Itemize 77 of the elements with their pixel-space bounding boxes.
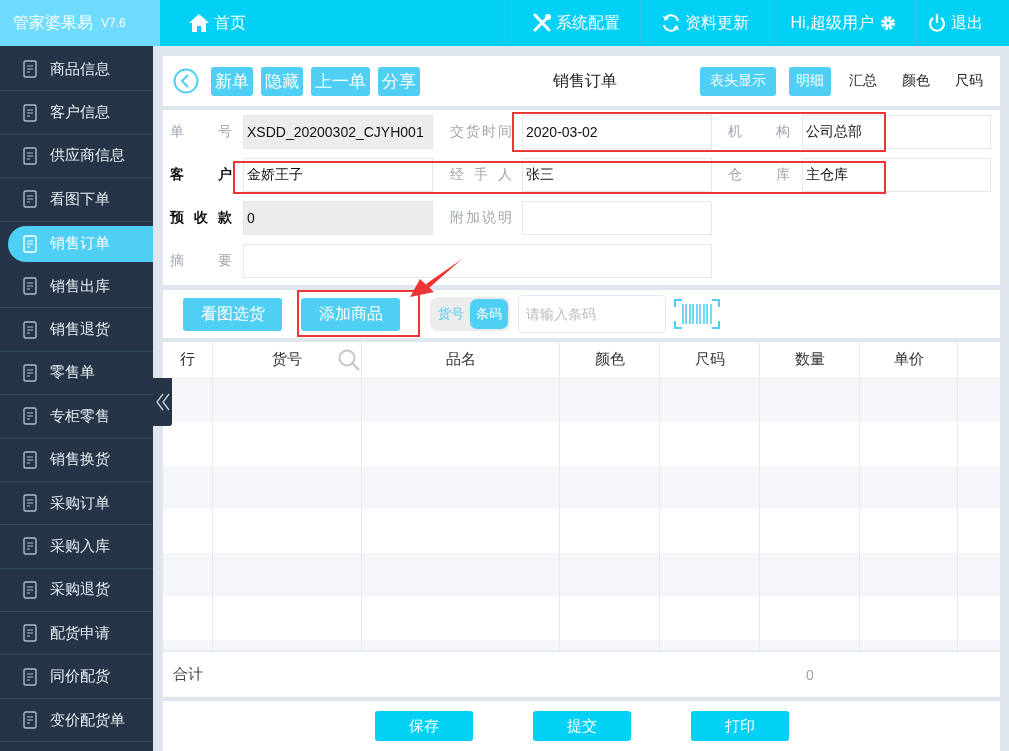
sidebar-item[interactable]: 销售换货: [0, 438, 153, 482]
document-icon: [22, 624, 40, 643]
sidebar-item[interactable]: 采购入库: [0, 525, 153, 569]
sidebar-item[interactable]: 客户信息: [0, 91, 153, 135]
gear-icon: [880, 15, 896, 31]
field-label: 客户: [170, 166, 232, 184]
document-icon: [22, 580, 40, 599]
input-field[interactable]: [243, 244, 712, 278]
column-header: 数量: [760, 342, 860, 378]
field-label: 仓库: [728, 166, 790, 184]
annotation-arrow: [410, 259, 462, 297]
sidebar-item[interactable]: 配货申请: [0, 612, 153, 656]
barcode-input[interactable]: 请输入条码: [518, 295, 666, 333]
document-icon: [22, 146, 40, 165]
input-field[interactable]: 张三: [522, 158, 712, 192]
home-icon: [188, 13, 210, 33]
app-version: V7.6: [101, 16, 126, 30]
input-field[interactable]: XSDD_20200302_CJYH001: [243, 115, 433, 149]
power-icon: [927, 13, 947, 33]
barcode-scan-icon[interactable]: [674, 299, 720, 329]
sidebar-item[interactable]: 看图下单: [0, 178, 153, 222]
sidebar-item[interactable]: 变价配货单: [0, 698, 153, 743]
document-icon: [22, 537, 40, 556]
sidebar-item[interactable]: 专柜零售: [0, 395, 153, 439]
view-tab[interactable]: 尺码: [948, 66, 990, 96]
page-title: 销售订单: [552, 70, 618, 91]
total-quantity: 0: [805, 666, 815, 683]
field-label: 单号: [170, 123, 232, 141]
sidebar-item[interactable]: 销售退货: [0, 308, 153, 352]
input-field[interactable]: 金娇王子: [243, 158, 433, 192]
document-icon: [22, 711, 40, 730]
column-header: 行: [163, 342, 213, 378]
column-header: 货号: [213, 342, 362, 378]
app-name: 管家婆果易: [13, 12, 93, 33]
column-header: 尺码: [660, 342, 760, 378]
input-field[interactable]: 主仓库: [802, 158, 991, 192]
document-icon: [22, 667, 40, 686]
field-label: 机构: [728, 123, 790, 141]
document-icon: [22, 320, 40, 339]
total-label: 合计: [173, 665, 203, 685]
sidebar-item[interactable]: 采购订单: [0, 481, 153, 526]
field-label: 经手人: [450, 166, 512, 184]
document-icon: [22, 190, 40, 209]
back-button[interactable]: [173, 68, 199, 94]
sidebar-item[interactable]: 同价配货: [0, 655, 153, 699]
field-label: 预收款: [170, 209, 232, 227]
document-icon: [22, 60, 40, 79]
document-icon: [22, 103, 40, 122]
sidebar-item[interactable]: 商品信息: [0, 48, 153, 92]
column-header: 颜色: [560, 342, 660, 378]
double-chevron-left-icon: [155, 392, 170, 412]
refresh-icon: [661, 13, 682, 33]
input-field[interactable]: 公司总部: [802, 115, 991, 149]
document-icon: [22, 494, 40, 513]
input-field[interactable]: 2020-03-02: [522, 115, 712, 149]
input-field[interactable]: 0: [243, 201, 433, 235]
view-tab[interactable]: 颜色: [895, 66, 937, 96]
document-icon: [22, 407, 40, 426]
sidebar-item[interactable]: 采购退货: [0, 568, 153, 613]
document-icon: [22, 234, 40, 253]
column-header: 品名: [362, 342, 560, 378]
view-tab[interactable]: 汇总: [842, 66, 884, 96]
back-icon: [173, 68, 199, 94]
sidebar-item[interactable]: 销售出库: [0, 264, 153, 309]
column-header: 单价: [860, 342, 958, 378]
field-label: 附加说明: [450, 209, 512, 227]
sidebar-item[interactable]: 供应商信息: [0, 134, 153, 179]
sidebar-item[interactable]: 零售单: [0, 351, 153, 396]
input-field[interactable]: [522, 201, 712, 235]
tools-icon: [532, 13, 553, 33]
document-icon: [22, 363, 40, 382]
field-label: 摘要: [170, 252, 232, 270]
document-icon: [22, 450, 40, 469]
document-icon: [22, 277, 40, 296]
collapse-sidebar-button[interactable]: [153, 378, 172, 426]
field-label: 交货时间: [450, 123, 512, 141]
search-icon[interactable]: [338, 349, 360, 371]
